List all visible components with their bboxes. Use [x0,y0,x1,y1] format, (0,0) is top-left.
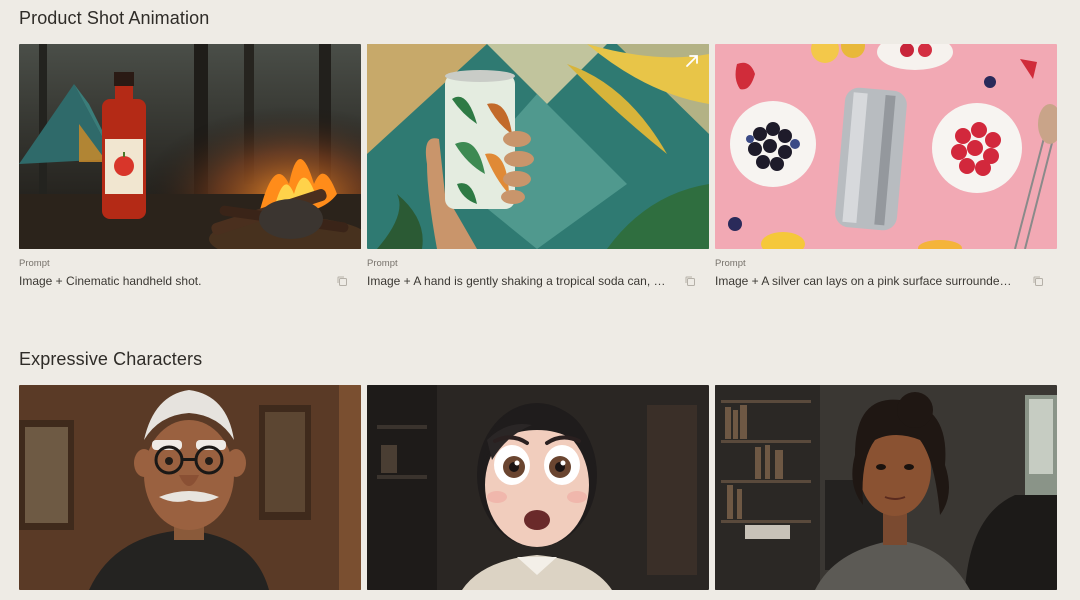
section-title-product-shot: Product Shot Animation [19,8,210,28]
example-card[interactable]: Prompt Image + Cinematic handheld shot. [19,44,361,289]
old-man-character-image[interactable] [19,385,361,590]
prompt-text: Image + Cinematic handheld shot. [19,274,202,288]
prompt-text: Image + A silver can lays on a pink surf… [715,274,1015,288]
silver-can-berries-image[interactable] [715,44,1057,249]
product-shot-row: Prompt Image + Cinematic handheld shot. [19,44,1057,289]
example-card[interactable]: Prompt Image + A silver can lays on a pi… [715,44,1057,289]
prompt-label: Prompt [715,258,746,269]
expand-icon[interactable] [683,52,701,70]
expressive-characters-row [19,385,1057,590]
surprised-girl-character-image[interactable] [367,385,709,590]
example-card[interactable]: Prompt Image + A hand is gently shaking … [367,44,709,289]
prompt-text: Image + A hand is gently shaking a tropi… [367,274,667,288]
tropical-soda-can-image[interactable] [367,44,709,249]
example-card[interactable] [367,385,709,590]
copy-icon[interactable] [1032,275,1044,287]
copy-icon[interactable] [684,275,696,287]
prompt-label: Prompt [367,258,398,269]
example-card[interactable] [19,385,361,590]
campfire-hot-sauce-image[interactable] [19,44,361,249]
section-title-expressive-characters: Expressive Characters [19,349,203,369]
prompt-label: Prompt [19,258,50,269]
copy-icon[interactable] [336,275,348,287]
example-card[interactable] [715,385,1057,590]
woman-portrait-image[interactable] [715,385,1057,590]
